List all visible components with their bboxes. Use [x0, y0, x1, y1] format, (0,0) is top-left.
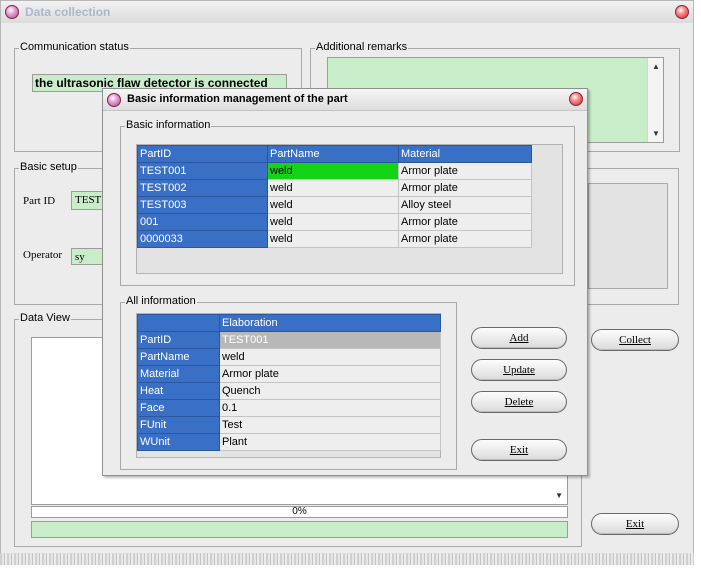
basic-info-grid[interactable]: PartID PartName Material TEST001 weld Ar…: [137, 145, 532, 248]
all-info-grid-area: Elaboration PartID TEST001 PartName weld…: [136, 313, 441, 458]
dialog-menu-icon[interactable]: [107, 93, 121, 107]
update-button[interactable]: Update: [471, 359, 567, 381]
part-name-cell[interactable]: weld: [267, 179, 399, 197]
table-row[interactable]: WUnit Plant: [137, 433, 441, 451]
field-key-cell[interactable]: FUnit: [137, 416, 220, 434]
table-row[interactable]: PartID TEST001: [137, 331, 441, 349]
material-cell[interactable]: Armor plate: [398, 179, 532, 197]
delete-button-label: Delete: [504, 396, 534, 408]
scroll-down-icon[interactable]: ▼: [652, 129, 660, 138]
corner-header: [137, 314, 220, 332]
part-name-cell[interactable]: weld: [267, 162, 399, 180]
dialog-title: Basic information management of the part: [127, 93, 348, 105]
dialog-exit-button-label: Exit: [509, 444, 529, 456]
field-value-cell[interactable]: Plant: [219, 433, 441, 451]
add-button-label: Add: [509, 332, 529, 344]
material-cell[interactable]: Armor plate: [398, 213, 532, 231]
scroll-up-icon[interactable]: ▲: [652, 62, 660, 71]
grid-header-row: Elaboration: [137, 314, 441, 332]
field-value-cell[interactable]: Quench: [219, 382, 441, 400]
basic-information-legend: Basic information: [125, 119, 212, 131]
elaboration-header[interactable]: Elaboration: [219, 314, 441, 332]
table-row[interactable]: PartName weld: [137, 348, 441, 366]
communication-status-legend: Communication status: [19, 41, 130, 53]
field-key-cell[interactable]: Face: [137, 399, 220, 417]
material-cell[interactable]: Armor plate: [398, 230, 532, 248]
main-title-bar: Data collection: [1, 1, 693, 23]
field-key-cell[interactable]: PartID: [137, 331, 220, 349]
data-view-scroll-down-icon[interactable]: ▼: [555, 491, 563, 500]
table-row[interactable]: 0000033 weld Armor plate: [137, 230, 532, 248]
table-row[interactable]: TEST003 weld Alloy steel: [137, 196, 532, 214]
dialog-exit-button[interactable]: Exit: [471, 439, 567, 461]
field-key-cell[interactable]: Material: [137, 365, 220, 383]
part-name-cell[interactable]: weld: [267, 213, 399, 231]
table-row[interactable]: TEST001 weld Armor plate: [137, 162, 532, 180]
column-header[interactable]: PartID: [137, 145, 268, 163]
collect-button[interactable]: Collect: [591, 329, 679, 351]
part-id-cell[interactable]: 0000033: [137, 230, 268, 248]
all-information-legend: All information: [125, 295, 197, 307]
progress-bar: 0%: [31, 506, 568, 518]
field-value-cell[interactable]: Armor plate: [219, 365, 441, 383]
grid-header-row: PartID PartName Material: [137, 145, 532, 163]
setup-side-panel: [588, 183, 668, 289]
table-row[interactable]: Material Armor plate: [137, 365, 441, 383]
column-header[interactable]: Material: [398, 145, 532, 163]
material-cell[interactable]: Armor plate: [398, 162, 532, 180]
dialog-close-icon[interactable]: [569, 92, 583, 106]
collect-button-label: Collect: [619, 334, 651, 346]
data-view-legend: Data View: [19, 312, 71, 324]
table-row[interactable]: Face 0.1: [137, 399, 441, 417]
part-name-cell[interactable]: weld: [267, 230, 399, 248]
dialog-title-bar: Basic information management of the part: [103, 89, 587, 111]
additional-remarks-legend: Additional remarks: [315, 41, 409, 53]
basic-information-group: Basic information PartID PartName Materi…: [120, 119, 575, 286]
main-exit-button-label: Exit: [625, 518, 645, 530]
table-row[interactable]: Heat Quench: [137, 382, 441, 400]
field-value-cell[interactable]: weld: [219, 348, 441, 366]
window-bottom-edge: [0, 553, 694, 565]
field-key-cell[interactable]: PartName: [137, 348, 220, 366]
add-button[interactable]: Add: [471, 327, 567, 349]
material-cell[interactable]: Alloy steel: [398, 196, 532, 214]
field-key-cell[interactable]: Heat: [137, 382, 220, 400]
field-value-cell[interactable]: 0.1: [219, 399, 441, 417]
part-info-dialog: Basic information management of the part…: [102, 88, 588, 476]
main-close-icon[interactable]: [675, 5, 689, 19]
basic-info-grid-area: PartID PartName Material TEST001 weld Ar…: [136, 144, 563, 274]
part-id-cell[interactable]: TEST002: [137, 179, 268, 197]
field-key-cell[interactable]: WUnit: [137, 433, 220, 451]
operator-label: Operator: [23, 249, 63, 261]
table-row[interactable]: TEST002 weld Armor plate: [137, 179, 532, 197]
part-id-cell[interactable]: 001: [137, 213, 268, 231]
main-exit-button[interactable]: Exit: [591, 513, 679, 535]
update-button-label: Update: [503, 364, 535, 376]
part-id-cell[interactable]: TEST001: [137, 162, 268, 180]
part-name-cell[interactable]: weld: [267, 196, 399, 214]
remarks-scrollbar[interactable]: ▲ ▼: [647, 58, 663, 142]
column-header[interactable]: PartName: [267, 145, 399, 163]
all-information-group: All information Elaboration PartID TEST0…: [120, 295, 457, 470]
main-window-title: Data collection: [25, 5, 111, 19]
table-row[interactable]: 001 weld Armor plate: [137, 213, 532, 231]
window-menu-icon[interactable]: [5, 5, 19, 19]
progress-percent: 0%: [292, 506, 307, 517]
field-value-cell[interactable]: Test: [219, 416, 441, 434]
basic-setup-legend: Basic setup: [19, 161, 78, 173]
all-info-grid[interactable]: Elaboration PartID TEST001 PartName weld…: [137, 314, 441, 451]
table-row[interactable]: FUnit Test: [137, 416, 441, 434]
delete-button[interactable]: Delete: [471, 391, 567, 413]
status-field: [31, 521, 568, 538]
part-id-cell[interactable]: TEST003: [137, 196, 268, 214]
field-value-cell[interactable]: TEST001: [219, 331, 441, 349]
part-id-label: Part ID: [23, 195, 56, 207]
